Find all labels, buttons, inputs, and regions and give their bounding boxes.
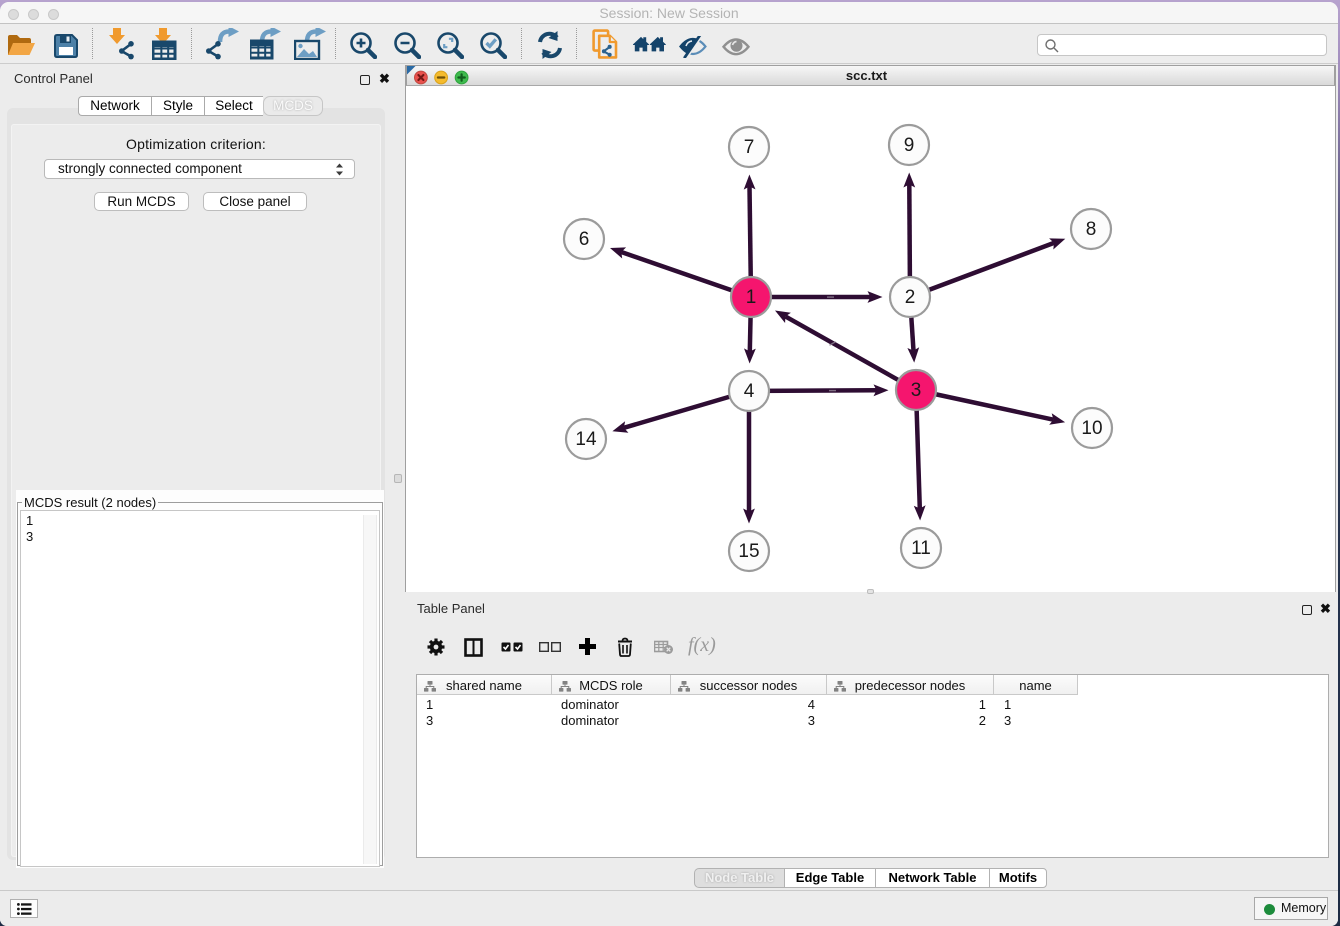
svg-text:3: 3 bbox=[911, 380, 922, 401]
svg-text:4: 4 bbox=[744, 381, 755, 402]
svg-text:2: 2 bbox=[905, 287, 916, 308]
svg-text:15: 15 bbox=[738, 541, 759, 562]
svg-text:9: 9 bbox=[904, 135, 915, 156]
svg-text:10: 10 bbox=[1081, 418, 1102, 439]
svg-text:14: 14 bbox=[575, 429, 597, 450]
svg-text:11: 11 bbox=[911, 538, 931, 559]
svg-text:7: 7 bbox=[744, 137, 755, 158]
svg-text:8: 8 bbox=[1086, 219, 1097, 240]
svg-text:6: 6 bbox=[579, 229, 590, 250]
svg-text:1: 1 bbox=[746, 287, 757, 308]
